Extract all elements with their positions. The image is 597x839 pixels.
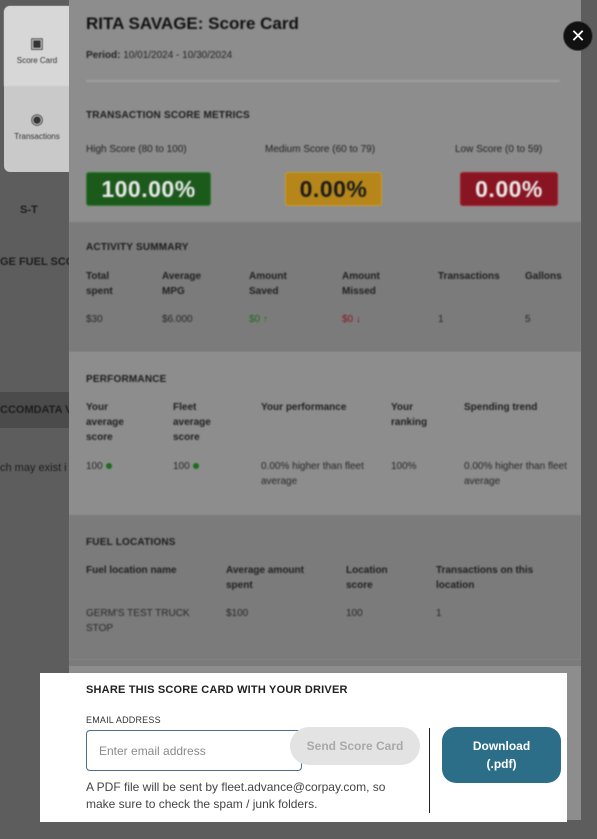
col-header: Fuel location name <box>86 565 177 576</box>
high-score-badge: 100.00% <box>86 172 211 206</box>
arrow-down-icon: ↓ <box>355 314 361 325</box>
cell-your-performance: 0.00% higher than fleet average <box>261 461 364 487</box>
cell-location-name: GERM'S TEST TRUCK STOP <box>86 608 190 634</box>
cell-amount-saved: $0 ↑ <box>249 312 268 327</box>
scorecard-icon: ▣ <box>29 35 45 52</box>
fleet-average-value: 100 <box>173 461 190 472</box>
col-header: Fleet average score <box>173 402 211 443</box>
page-title: RITA SAVAGE: Score Card <box>86 14 299 33</box>
cell-transactions: 1 <box>438 314 444 325</box>
section-heading: TRANSACTION SCORE METRICS <box>86 110 250 121</box>
cell-gallons: 5 <box>525 314 531 325</box>
bg-fragment: CCOMDATA V <box>0 404 73 416</box>
cell-average-mpg: $6.000 <box>162 314 193 325</box>
amount-missed-value: $0 <box>342 314 354 325</box>
download-format: (.pdf) <box>486 757 517 771</box>
bg-fragment: ch may exist i <box>0 462 67 474</box>
cell-your-average: 100 <box>86 459 112 474</box>
email-label: EMAIL ADDRESS <box>86 715 161 725</box>
cell-average-spent: $100 <box>226 608 249 619</box>
tab-score-card[interactable]: ▣ Score Card <box>4 6 70 86</box>
cell-your-ranking: 100% <box>391 461 417 472</box>
email-field[interactable] <box>86 730 302 771</box>
send-score-card-button[interactable]: Send Score Card <box>290 727 420 765</box>
col-header: Spending trend <box>464 402 538 413</box>
bg-fragment: GE FUEL SCO <box>0 256 75 268</box>
download-label: Download <box>472 739 531 753</box>
status-dot-icon <box>192 463 199 470</box>
section-heading: FUEL LOCATIONS <box>86 537 176 548</box>
col-header: Amount Missed <box>342 271 380 297</box>
cell-location-score: 100 <box>346 608 363 619</box>
tab-label: Score Card <box>16 56 58 65</box>
side-tabs: ▣ Score Card ◉ Transactions <box>4 6 70 172</box>
high-score-label: High Score (80 to 100) <box>86 144 187 155</box>
section-heading: PERFORMANCE <box>86 374 167 385</box>
amount-saved-value: $0 <box>249 314 261 325</box>
low-score-label: Low Score (0 to 59) <box>455 144 543 155</box>
performance-section: PERFORMANCE Your average score Fleet ave… <box>69 352 581 515</box>
status-dot-icon <box>105 463 112 470</box>
bg-fragment: S-T <box>20 204 38 216</box>
col-header: Your performance <box>261 402 347 413</box>
col-header: Average amount spent <box>226 565 304 591</box>
fuel-locations-section: FUEL LOCATIONS Fuel location name Averag… <box>69 515 581 660</box>
cell-amount-missed: $0 ↓ <box>342 312 361 327</box>
divider <box>429 728 430 813</box>
period-value: 10/01/2024 - 10/30/2024 <box>123 50 233 61</box>
pdf-note: A PDF file will be sent by fleet.advance… <box>86 780 386 811</box>
cell-spending-trend: 0.00% higher than fleet average <box>464 461 567 487</box>
medium-score-badge: 0.00% <box>285 172 382 206</box>
col-header: Transactions on this location <box>436 565 534 591</box>
share-panel: SHARE THIS SCORE CARD WITH YOUR DRIVER E… <box>40 673 567 822</box>
activity-section: ACTIVITY SUMMARY Total spent Average MPG… <box>69 222 581 352</box>
col-header: Total spent <box>86 271 113 297</box>
arrow-up-icon: ↑ <box>262 314 268 325</box>
cell-total-spent: $30 <box>86 314 103 325</box>
tab-label: Transactions <box>14 132 60 141</box>
tab-transactions[interactable]: ◉ Transactions <box>4 90 70 170</box>
period-label: Period: <box>86 50 121 61</box>
low-score-badge: 0.00% <box>460 172 558 206</box>
transactions-icon: ◉ <box>30 111 44 128</box>
section-heading: ACTIVITY SUMMARY <box>86 242 189 253</box>
divider <box>86 80 560 82</box>
medium-score-label: Medium Score (60 to 79) <box>265 144 376 155</box>
modal-header: RITA SAVAGE: Score Card Period: 10/01/20… <box>69 0 581 92</box>
col-header: Location score <box>346 565 388 591</box>
col-header: Transactions <box>438 271 500 282</box>
col-header: Your ranking <box>391 402 428 428</box>
close-button[interactable]: ✕ <box>563 21 593 51</box>
cell-fleet-average: 100 <box>173 459 199 474</box>
col-header: Amount Saved <box>249 271 287 297</box>
col-header: Average MPG <box>162 271 202 297</box>
col-header: Gallons <box>525 271 562 282</box>
period: Period: 10/01/2024 - 10/30/2024 <box>86 50 232 61</box>
share-title: SHARE THIS SCORE CARD WITH YOUR DRIVER <box>86 684 348 696</box>
download-pdf-button[interactable]: Download (.pdf) <box>442 727 561 783</box>
col-header: Your average score <box>86 402 124 443</box>
your-average-value: 100 <box>86 461 103 472</box>
cell-location-transactions: 1 <box>436 608 442 619</box>
